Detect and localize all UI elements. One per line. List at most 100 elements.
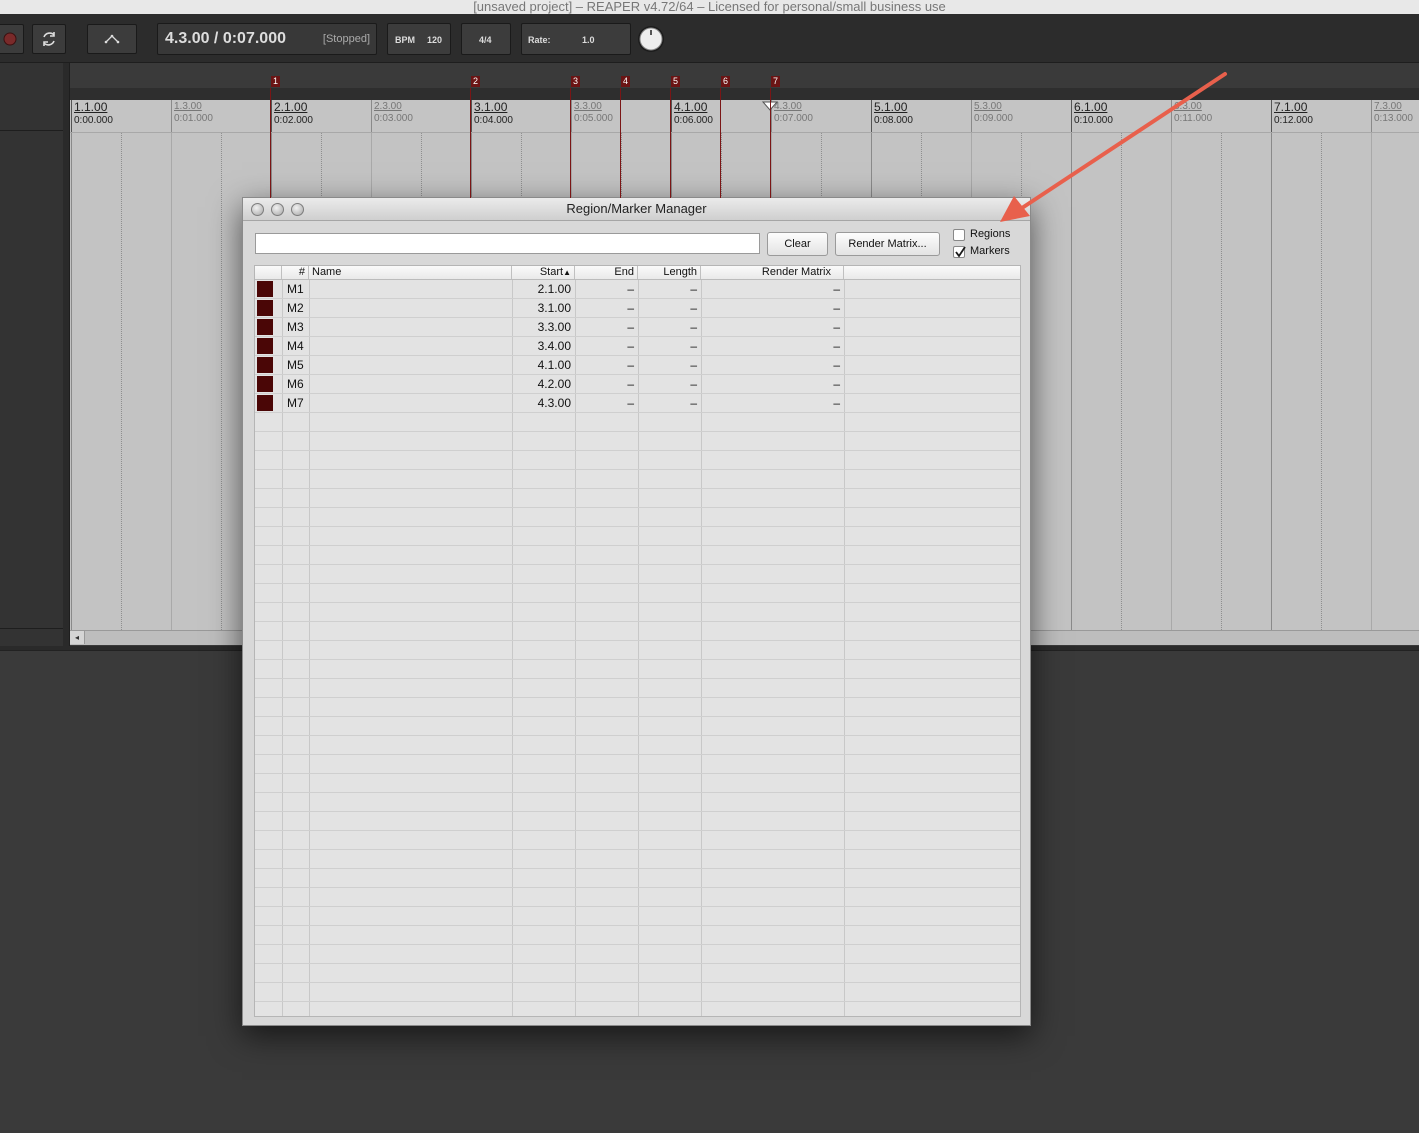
marker-flag-2[interactable]: 2 — [471, 76, 480, 87]
cell-end[interactable]: – — [575, 299, 634, 317]
cell-number[interactable]: M4 — [287, 337, 309, 355]
marker-flag-4[interactable]: 4 — [621, 76, 630, 87]
close-window-icon[interactable] — [251, 203, 264, 216]
column-header-name[interactable]: Name — [309, 266, 512, 279]
cell-start[interactable]: 3.3.00 — [512, 318, 571, 336]
cell-length[interactable]: – — [638, 337, 697, 355]
cell-number[interactable]: M7 — [287, 394, 309, 412]
cell-start[interactable]: 4.1.00 — [512, 356, 571, 374]
time-display[interactable]: 4.3.00 / 0:07.000 [Stopped] — [157, 23, 377, 55]
playrate-knob[interactable] — [636, 24, 666, 54]
cell-number[interactable]: M3 — [287, 318, 309, 336]
cell-length[interactable]: – — [638, 375, 697, 393]
row-divider — [255, 773, 1020, 774]
ruler-tick-bar: 2.1.00 — [274, 100, 308, 114]
envelope-mode-button[interactable] — [87, 24, 137, 54]
row-divider — [255, 621, 1020, 622]
region-marker-manager-dialog: Region/Marker Manager Clear Render Matri… — [242, 197, 1031, 1026]
marker-color-swatch[interactable] — [257, 395, 273, 411]
bpm-field[interactable]: BPM 120 — [387, 23, 451, 55]
cell-end[interactable]: – — [575, 375, 634, 393]
scroll-left-arrow-icon[interactable]: ◂ — [70, 631, 85, 644]
track-control-panel[interactable] — [0, 63, 63, 648]
cell-render-matrix[interactable]: – — [701, 299, 840, 317]
cell-number[interactable]: M6 — [287, 375, 309, 393]
clear-button[interactable]: Clear — [767, 232, 828, 256]
row-divider — [255, 412, 1020, 413]
bpm-label: BPM — [395, 35, 415, 45]
cell-start[interactable]: 4.3.00 — [512, 394, 571, 412]
column-header-render-matrix[interactable]: Render Matrix — [701, 266, 844, 279]
cell-length[interactable]: – — [638, 299, 697, 317]
zoom-window-icon[interactable] — [291, 203, 304, 216]
cell-render-matrix[interactable]: – — [701, 375, 840, 393]
ruler-tick-line — [871, 100, 872, 132]
marker-color-swatch[interactable] — [257, 357, 273, 373]
cell-length[interactable]: – — [638, 356, 697, 374]
cell-render-matrix[interactable]: – — [701, 394, 840, 412]
tempo-lane[interactable] — [70, 88, 1419, 100]
marker-flag-5[interactable]: 5 — [671, 76, 680, 87]
marker-flag-3[interactable]: 3 — [571, 76, 580, 87]
cell-render-matrix[interactable]: – — [701, 337, 840, 355]
cell-length[interactable]: – — [638, 394, 697, 412]
record-button[interactable] — [0, 24, 24, 54]
time-signature-field[interactable]: 4/4 — [461, 23, 511, 55]
render-matrix-button[interactable]: Render Matrix... — [835, 232, 940, 256]
ruler-tick-bar: 5.1.00 — [874, 100, 908, 114]
cell-end[interactable]: – — [575, 318, 634, 336]
cell-start[interactable]: 2.1.00 — [512, 280, 571, 298]
cell-start[interactable]: 4.2.00 — [512, 375, 571, 393]
ruler-tick-bar: 6.1.00 — [1074, 100, 1108, 114]
ruler-tick-time: 0:13.000 — [1374, 113, 1413, 124]
grid-line — [221, 133, 222, 630]
cell-number[interactable]: M2 — [287, 299, 309, 317]
cell-render-matrix[interactable]: – — [701, 318, 840, 336]
marker-color-swatch[interactable] — [257, 319, 273, 335]
marker-flag-6[interactable]: 6 — [721, 76, 730, 87]
marker-flag-7[interactable]: 7 — [771, 76, 780, 87]
cell-length[interactable]: – — [638, 318, 697, 336]
panel-splitter[interactable] — [63, 63, 70, 648]
row-divider — [255, 583, 1020, 584]
column-header-length[interactable]: Length — [638, 266, 701, 279]
grid-line — [1121, 133, 1122, 630]
cell-end[interactable]: – — [575, 337, 634, 355]
cell-render-matrix[interactable]: – — [701, 280, 840, 298]
cell-end[interactable]: – — [575, 280, 634, 298]
markers-checkbox[interactable] — [953, 246, 966, 258]
cell-length[interactable]: – — [638, 280, 697, 298]
marker-color-swatch[interactable] — [257, 281, 273, 297]
cell-number[interactable]: M1 — [287, 280, 309, 298]
dialog-title-bar[interactable]: Region/Marker Manager — [243, 198, 1030, 221]
ruler-tick-bar: 4.3.00 — [774, 101, 802, 112]
marker-table[interactable]: # Name Start▲ End Length Render Matrix M… — [254, 265, 1021, 1017]
cell-start[interactable]: 3.4.00 — [512, 337, 571, 355]
timeline-ruler[interactable]: 1.1.00 0:00.000 1.3.00 0:01.000 2.1.00 0:02.0… — [70, 100, 1419, 133]
ruler-tick-bar: 7.3.00 — [1374, 101, 1402, 112]
cell-end[interactable]: – — [575, 394, 634, 412]
marker-color-swatch[interactable] — [257, 376, 273, 392]
column-header-start[interactable]: Start▲ — [512, 266, 575, 279]
cell-render-matrix[interactable]: – — [701, 356, 840, 374]
marker-color-swatch[interactable] — [257, 300, 273, 316]
minimize-window-icon[interactable] — [271, 203, 284, 216]
column-header-end[interactable]: End — [575, 266, 638, 279]
ruler-tick-time: 0:12.000 — [1274, 115, 1313, 126]
playrate-field[interactable]: Rate: 1.0 — [521, 23, 631, 55]
regions-checkbox[interactable] — [953, 229, 965, 241]
filter-input[interactable] — [255, 233, 760, 254]
cell-end[interactable]: – — [575, 356, 634, 374]
region-lane[interactable] — [70, 63, 1419, 76]
checkmark-icon — [955, 246, 966, 258]
column-header-number[interactable]: # — [282, 266, 309, 279]
column-header-color[interactable] — [255, 266, 282, 279]
loop-button[interactable] — [32, 24, 66, 54]
ruler-tick: 2.1.00 0:02.000 — [274, 100, 313, 126]
marker-flag-1[interactable]: 1 — [271, 76, 280, 87]
ruler-tick-time: 0:00.000 — [74, 115, 113, 126]
marker-color-swatch[interactable] — [257, 338, 273, 354]
cell-number[interactable]: M5 — [287, 356, 309, 374]
cell-start[interactable]: 3.1.00 — [512, 299, 571, 317]
ruler-tick: 6.1.00 0:10.000 — [1074, 100, 1113, 126]
